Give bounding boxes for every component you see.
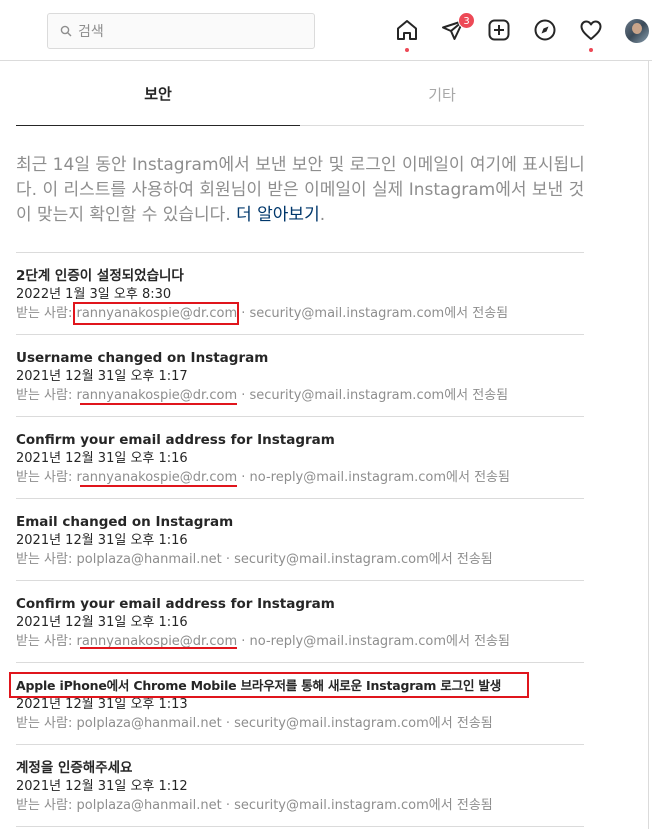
divider: [16, 826, 584, 827]
email-date: 2021년 12월 31일 오후 1:16: [16, 533, 188, 548]
sender-info: · security@mail.instagram.com에서 전송됨: [221, 798, 493, 813]
email-title: Email changed on Instagram: [16, 514, 234, 530]
divider: [16, 416, 584, 417]
email-recipient: 받는 사람: polplaza@hanmail.net · security@m…: [16, 796, 584, 816]
sender-info: · no-reply@mail.instagram.com에서 전송됨: [237, 470, 510, 485]
divider: [16, 580, 584, 581]
home-notification-dot: [405, 48, 409, 52]
email-item: Email changed on Instagram 2021년 12월 31일…: [16, 512, 584, 570]
home-button[interactable]: [394, 17, 420, 52]
direct-button[interactable]: 3: [440, 12, 475, 43]
email-recipient: 받는 사람: polplaza@hanmail.net · security@m…: [16, 714, 584, 734]
panel-border: [648, 61, 649, 829]
description-period: .: [319, 205, 326, 225]
email-recipient: 받는 사람: polplaza@hanmail.net · security@m…: [16, 550, 584, 570]
email-title: Confirm your email address for Instagram: [16, 432, 335, 448]
security-email-description: 최근 14일 동안 Instagram에서 보낸 보안 및 로그인 이메일이 여…: [16, 153, 588, 228]
sender-info: · security@mail.instagram.com에서 전송됨: [237, 306, 509, 321]
divider: [16, 662, 584, 663]
activity-notification-dot: [589, 48, 593, 52]
tab-other[interactable]: 기타: [300, 62, 584, 126]
email-tabs: 보안 기타: [16, 62, 584, 126]
sender-info: · security@mail.instagram.com에서 전송됨: [221, 716, 493, 731]
email-title: 2단계 인증이 설정되었습니다: [16, 268, 184, 284]
email-date: 2021년 12월 31일 오후 1:13: [16, 697, 188, 712]
email-title: Confirm your email address for Instagram: [16, 596, 335, 612]
search-placeholder: 검색: [78, 24, 104, 40]
email-title: Username changed on Instagram: [16, 350, 269, 366]
top-navigation-bar: 검색 3: [0, 0, 652, 61]
divider: [16, 252, 584, 253]
recipient-address: rannyanakospie@dr.com: [76, 470, 238, 485]
recipient-prefix: 받는 사람:: [16, 306, 77, 321]
activity-button[interactable]: [578, 17, 604, 52]
email-date: 2021년 12월 31일 오후 1:16: [16, 451, 188, 466]
recipient-address: polplaza@hanmail.net: [76, 552, 222, 567]
recipient-prefix: 받는 사람:: [16, 716, 77, 731]
recipient-prefix: 받는 사람:: [16, 634, 77, 649]
email-date: 2021년 12월 31일 오후 1:12: [16, 779, 188, 794]
learn-more-link[interactable]: 더 알아보기: [236, 205, 320, 225]
annotation-underline: [80, 403, 237, 405]
email-item: Username changed on Instagram 2021년 12월 …: [16, 348, 584, 406]
explore-button[interactable]: [532, 17, 558, 43]
recipient-prefix: 받는 사람:: [16, 552, 77, 567]
annotation-underline: [80, 647, 237, 649]
profile-avatar[interactable]: [625, 19, 649, 43]
heart-icon: [580, 20, 602, 40]
new-post-icon: [488, 19, 510, 41]
email-item: Confirm your email address for Instagram…: [16, 430, 584, 488]
explore-icon: [534, 19, 556, 41]
sender-info: · security@mail.instagram.com에서 전송됨: [221, 552, 493, 567]
direct-badge: 3: [458, 12, 475, 29]
home-icon: [397, 20, 417, 40]
recipient-address: polplaza@hanmail.net: [76, 798, 222, 813]
search-input[interactable]: 검색: [47, 13, 315, 49]
email-item: 계정을 인증해주세요 2021년 12월 31일 오후 1:12 받는 사람: …: [16, 758, 584, 816]
divider: [16, 334, 584, 335]
recipient-prefix: 받는 사람:: [16, 798, 77, 813]
new-post-button[interactable]: [486, 17, 512, 43]
email-item: Confirm your email address for Instagram…: [16, 594, 584, 652]
email-date: 2021년 12월 31일 오후 1:16: [16, 615, 188, 630]
sender-info: · security@mail.instagram.com에서 전송됨: [237, 388, 509, 403]
recipient-prefix: 받는 사람:: [16, 470, 77, 485]
recipient-address: rannyanakospie@dr.com: [76, 388, 238, 403]
recipient-address: polplaza@hanmail.net: [76, 716, 222, 731]
email-title: 계정을 인증해주세요: [16, 760, 133, 776]
annotation-box-login-alert: [9, 672, 529, 698]
annotation-underline: [80, 485, 237, 487]
email-date: 2021년 12월 31일 오후 1:17: [16, 369, 188, 384]
email-recipient: 받는 사람: rannyanakospie@dr.com · no-reply@…: [16, 632, 584, 652]
sender-info: · no-reply@mail.instagram.com에서 전송됨: [237, 634, 510, 649]
divider: [16, 498, 584, 499]
divider: [16, 744, 584, 745]
tab-security[interactable]: 보안: [16, 62, 300, 126]
recipient-prefix: 받는 사람:: [16, 388, 77, 403]
annotation-box-recipient: [73, 302, 239, 325]
search-icon: [60, 25, 72, 37]
